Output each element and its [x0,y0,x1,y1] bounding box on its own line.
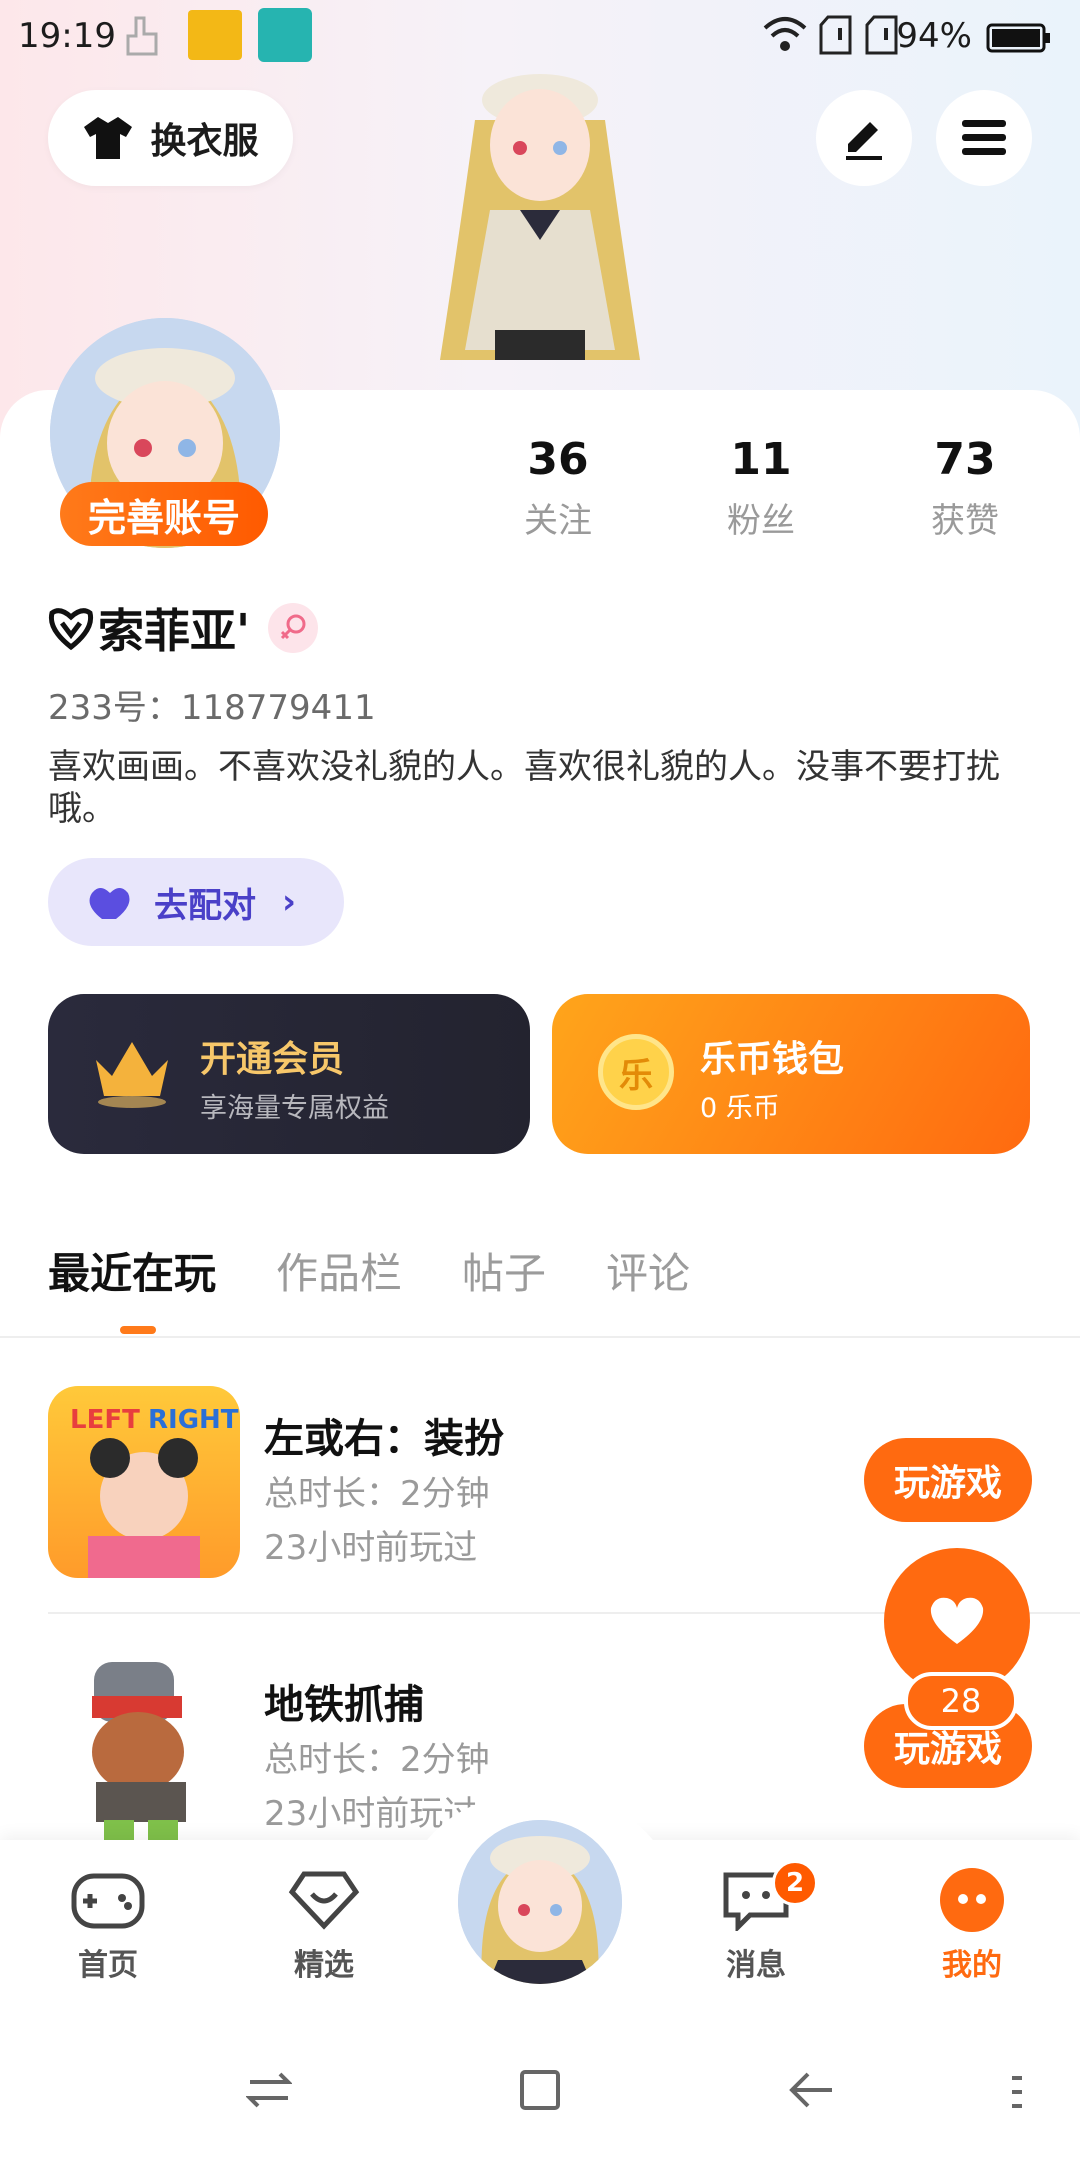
avatar-figure [440,74,640,360]
battery-icon [986,22,1052,62]
me-face-icon [934,1868,1010,1932]
recent-apps-icon[interactable] [245,2070,293,2114]
tabs-divider [0,1336,1080,1338]
heart-icon [930,1597,984,1644]
heart-gem-icon [286,1868,362,1932]
following-label: 关注 [524,501,592,541]
chevron-right-icon: › [282,882,297,922]
status-bar: 19:19 94% [0,0,1080,72]
likes-count: 73 [934,434,996,485]
name-badge-icon [48,608,94,651]
wifi-icon [762,14,808,63]
profile-name-row: 索菲亚' [48,595,319,661]
menu-button[interactable] [936,90,1032,186]
system-nav-bar [0,2010,1080,2160]
nav-messages[interactable]: 消息 2 [696,1860,818,1984]
game-title: 左或右：装扮 [264,1416,504,1462]
vip-subtitle: 享海量专属权益 [200,1093,389,1124]
stat-following[interactable]: 36 关注 [473,434,643,542]
play-game-button[interactable]: 玩游戏 [864,1438,1032,1522]
home-square-icon[interactable] [518,2068,562,2116]
nav-me[interactable]: 我的 [912,1868,1032,1984]
center-avatar-portrait [458,1820,622,1984]
wallet-title: 乐币钱包 [700,1039,845,1080]
change-outfit-button[interactable]: 换衣服 [48,90,293,186]
nav-home-label: 首页 [78,1948,138,1983]
game-thumbnail [48,1652,240,1844]
hamburger-icon [962,120,1006,155]
vip-card[interactable]: 开通会员 享海量专属权益 [48,994,530,1154]
status-time: 19:19 [18,16,116,56]
nav-featured[interactable]: 精选 [264,1868,384,1984]
wallet-card[interactable]: 乐 乐币钱包 0 乐币 [552,994,1030,1154]
change-outfit-label: 换衣服 [150,121,259,162]
more-icon[interactable] [1010,2076,1024,2112]
go-pair-label: 去配对 [154,885,256,926]
pencil-icon [846,122,882,160]
fans-count: 11 [730,434,792,485]
female-gender-icon [268,603,319,653]
game-last-played: 23小时前玩过 [264,1528,478,1568]
go-pair-button[interactable]: 去配对 › [48,858,344,946]
center-avatar-button[interactable] [452,1814,628,1990]
profile-tabs: 最近在玩 作品栏 帖子 评论 [48,1240,750,1301]
like-count: 28 [904,1672,1018,1730]
hearts-icon [89,888,130,919]
nav-home[interactable]: 首页 [48,1868,168,1984]
sim2-icon [864,14,900,65]
vip-title: 开通会员 [200,1039,345,1080]
thumb-notification-icon [124,14,164,67]
game-duration: 总时长：2分钟 [264,1740,490,1780]
nav-featured-label: 精选 [294,1948,354,1983]
thumb-right-text: RIGHT [148,1405,239,1435]
battery-percent: 94% [896,16,972,56]
user-bio: 喜欢画画。不喜欢没礼貌的人。喜欢很礼貌的人。没事不要打扰哦。 [48,747,1000,829]
gamepad-icon [70,1868,146,1932]
nav-me-label: 我的 [942,1948,1002,1983]
fans-label: 粉丝 [727,501,795,541]
scan-notification-icon [258,8,312,62]
game-duration: 总时长：2分钟 [264,1474,490,1514]
wallet-balance: 0 乐币 [700,1093,780,1124]
tab-works[interactable]: 作品栏 [276,1240,402,1301]
tab-comments[interactable]: 评论 [606,1240,690,1301]
shirt-icon [84,117,133,159]
edit-button[interactable] [816,90,912,186]
stat-likes[interactable]: 73 获赞 [880,434,1050,542]
crown-icon [96,1042,168,1108]
user-id: 233号：118779411 [48,688,376,728]
messages-badge: 2 [772,1860,818,1906]
tab-posts[interactable]: 帖子 [462,1240,546,1301]
thumb-left-text: LEFT [70,1405,140,1435]
profile-name: 索菲亚' [98,604,251,658]
active-tab-indicator [120,1326,156,1334]
sim1-icon [818,14,854,65]
game-title: 地铁抓捕 [264,1682,424,1728]
nav-messages-label: 消息 [726,1948,786,1983]
complete-account-button[interactable]: 完善账号 [60,482,268,546]
likes-label: 获赞 [931,501,999,541]
tab-recent-played[interactable]: 最近在玩 [48,1240,216,1301]
stat-fans[interactable]: 11 粉丝 [676,434,846,542]
following-count: 36 [527,434,589,485]
folder-notification-icon [188,10,242,60]
game-thumbnail: LEFT RIGHT [48,1386,240,1578]
coin-icon: 乐 [598,1034,674,1110]
back-arrow-icon[interactable] [786,2068,834,2116]
